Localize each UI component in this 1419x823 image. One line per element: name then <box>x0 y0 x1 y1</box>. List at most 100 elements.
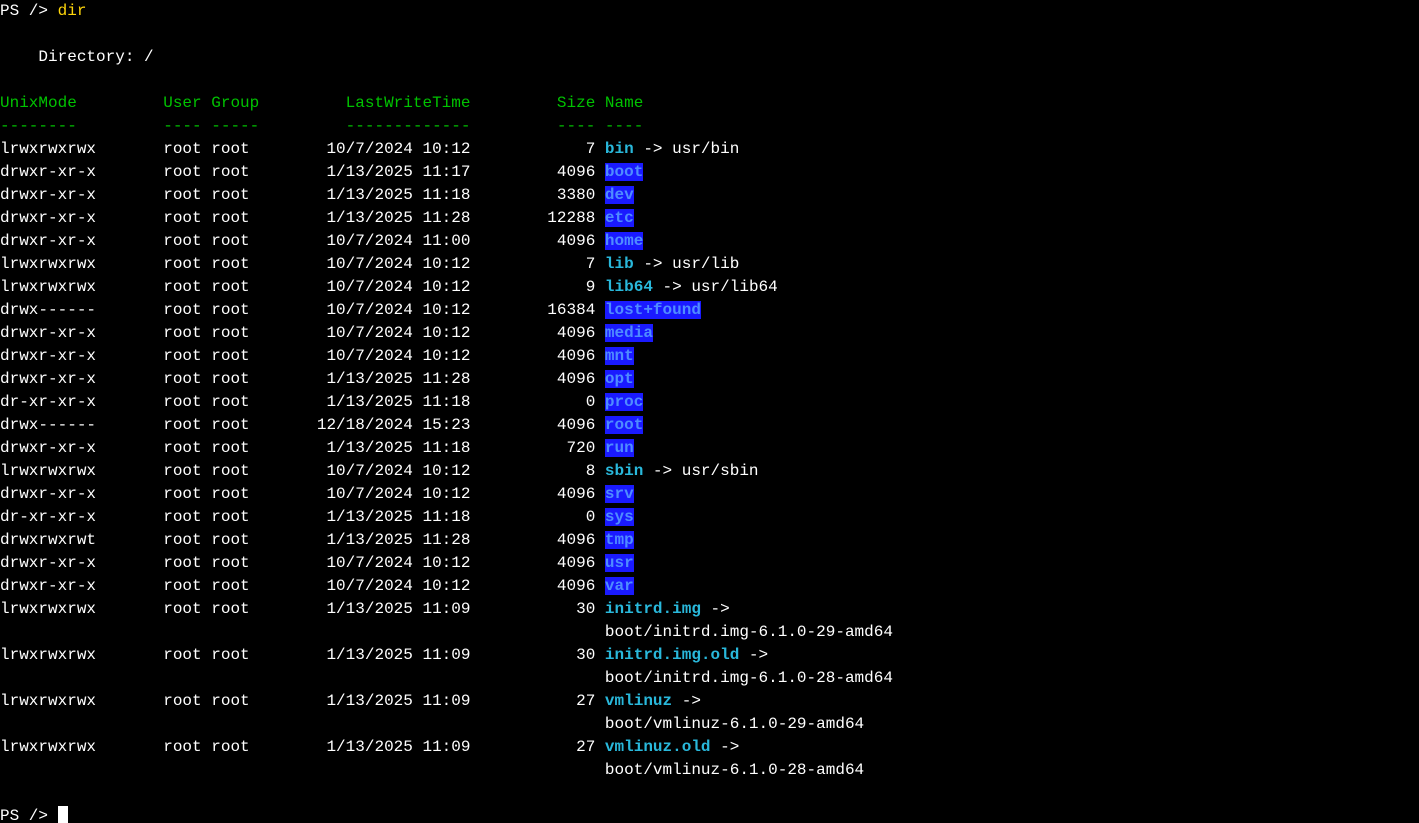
file-name: opt <box>605 370 634 388</box>
symlink-target: -> <box>711 738 740 756</box>
file-name: sbin <box>605 462 643 480</box>
listing-row: lrwxrwxrwx root root 10/7/2024 10:12 9 l… <box>0 276 1419 299</box>
row-meta: drwxr-xr-x root root 1/13/2025 11:18 338… <box>0 186 605 204</box>
terminal-output[interactable]: PS /> dir Directory: / UnixMode User Gro… <box>0 0 1419 823</box>
directory-header: Directory: / <box>0 46 1419 69</box>
row-meta: drwxr-xr-x root root 1/13/2025 11:28 122… <box>0 209 605 227</box>
prompt-line-ready[interactable]: PS /> <box>0 805 1419 823</box>
listing-row: lrwxrwxrwx root root 1/13/2025 11:09 30 … <box>0 598 1419 621</box>
listing-row: drwx------ root root 10/7/2024 10:12 163… <box>0 299 1419 322</box>
row-meta: drwxr-xr-x root root 10/7/2024 11:00 409… <box>0 232 605 250</box>
listing-row: lrwxrwxrwx root root 10/7/2024 10:12 8 s… <box>0 460 1419 483</box>
row-meta: dr-xr-xr-x root root 1/13/2025 11:18 0 <box>0 393 605 411</box>
symlink-target: -> <box>701 600 730 618</box>
listing-row: lrwxrwxrwx root root 1/13/2025 11:09 27 … <box>0 736 1419 759</box>
row-meta: drwxr-xr-x root root 10/7/2024 10:12 409… <box>0 324 605 342</box>
row-meta: lrwxrwxrwx root root 10/7/2024 10:12 7 <box>0 140 605 158</box>
listing-row: drwxr-xr-x root root 1/13/2025 11:28 122… <box>0 207 1419 230</box>
file-name: lost+found <box>605 301 701 319</box>
file-name: initrd.img.old <box>605 646 739 664</box>
symlink-target-wrap: boot/initrd.img-6.1.0-28-amd64 <box>0 669 893 687</box>
listing-row: drwxr-xr-x root root 10/7/2024 11:00 409… <box>0 230 1419 253</box>
file-name: vmlinuz.old <box>605 738 711 756</box>
file-name: dev <box>605 186 634 204</box>
column-dashes-row: -------- ---- ----- ------------- ---- -… <box>0 115 1419 138</box>
listing-row: lrwxrwxrwx root root 10/7/2024 10:12 7 l… <box>0 253 1419 276</box>
listing-row: drwxr-xr-x root root 10/7/2024 10:12 409… <box>0 322 1419 345</box>
file-name: srv <box>605 485 634 503</box>
row-meta: drwxrwxrwt root root 1/13/2025 11:28 409… <box>0 531 605 549</box>
listing-row-wrap: boot/vmlinuz-6.1.0-29-amd64 <box>0 713 1419 736</box>
listing-row: drwxr-xr-x root root 1/13/2025 11:18 720… <box>0 437 1419 460</box>
row-meta: lrwxrwxrwx root root 1/13/2025 11:09 27 <box>0 738 605 756</box>
file-name: media <box>605 324 653 342</box>
prompt-prefix: PS /> <box>0 2 58 20</box>
listing-row-wrap: boot/initrd.img-6.1.0-29-amd64 <box>0 621 1419 644</box>
prompt-line: PS /> dir <box>0 0 1419 23</box>
row-meta: lrwxrwxrwx root root 10/7/2024 10:12 8 <box>0 462 605 480</box>
row-meta: lrwxrwxrwx root root 10/7/2024 10:12 9 <box>0 278 605 296</box>
row-meta: drwx------ root root 10/7/2024 10:12 163… <box>0 301 605 319</box>
symlink-target: -> usr/lib <box>634 255 740 273</box>
listing-row: drwxr-xr-x root root 10/7/2024 10:12 409… <box>0 483 1419 506</box>
listing-row: lrwxrwxrwx root root 1/13/2025 11:09 27 … <box>0 690 1419 713</box>
file-name: mnt <box>605 347 634 365</box>
listing-row: drwxr-xr-x root root 10/7/2024 10:12 409… <box>0 575 1419 598</box>
symlink-target: -> usr/sbin <box>643 462 758 480</box>
column-headers: UnixMode User Group LastWriteTime Size N… <box>0 94 643 112</box>
file-name: etc <box>605 209 634 227</box>
listing-row: drwxr-xr-x root root 1/13/2025 11:28 409… <box>0 368 1419 391</box>
file-name: vmlinuz <box>605 692 672 710</box>
file-name: boot <box>605 163 643 181</box>
row-meta: drwxr-xr-x root root 10/7/2024 10:12 409… <box>0 347 605 365</box>
symlink-target: -> <box>672 692 701 710</box>
listing-row: lrwxrwxrwx root root 1/13/2025 11:09 30 … <box>0 644 1419 667</box>
row-meta: drwxr-xr-x root root 1/13/2025 11:28 409… <box>0 370 605 388</box>
listing-row: drwx------ root root 12/18/2024 15:23 40… <box>0 414 1419 437</box>
row-meta: drwx------ root root 12/18/2024 15:23 40… <box>0 416 605 434</box>
row-meta: lrwxrwxrwx root root 1/13/2025 11:09 27 <box>0 692 605 710</box>
symlink-target-wrap: boot/vmlinuz-6.1.0-28-amd64 <box>0 761 864 779</box>
file-name: var <box>605 577 634 595</box>
row-meta: dr-xr-xr-x root root 1/13/2025 11:18 0 <box>0 508 605 526</box>
command-text: dir <box>58 2 87 20</box>
listing-row: dr-xr-xr-x root root 1/13/2025 11:18 0 s… <box>0 506 1419 529</box>
symlink-target: -> <box>739 646 768 664</box>
listing-row: drwxrwxrwt root root 1/13/2025 11:28 409… <box>0 529 1419 552</box>
file-name: root <box>605 416 643 434</box>
file-name: lib <box>605 255 634 273</box>
listing-row: drwxr-xr-x root root 10/7/2024 10:12 409… <box>0 552 1419 575</box>
column-header-row: UnixMode User Group LastWriteTime Size N… <box>0 92 1419 115</box>
listing-row: drwxr-xr-x root root 10/7/2024 10:12 409… <box>0 345 1419 368</box>
file-name: usr <box>605 554 634 572</box>
row-meta: lrwxrwxrwx root root 1/13/2025 11:09 30 <box>0 600 605 618</box>
file-name: run <box>605 439 634 457</box>
row-meta: lrwxrwxrwx root root 1/13/2025 11:09 30 <box>0 646 605 664</box>
row-meta: drwxr-xr-x root root 10/7/2024 10:12 409… <box>0 577 605 595</box>
row-meta: drwxr-xr-x root root 1/13/2025 11:17 409… <box>0 163 605 181</box>
row-meta: lrwxrwxrwx root root 10/7/2024 10:12 7 <box>0 255 605 273</box>
symlink-target: -> usr/lib64 <box>653 278 778 296</box>
listing-row: lrwxrwxrwx root root 10/7/2024 10:12 7 b… <box>0 138 1419 161</box>
file-name: tmp <box>605 531 634 549</box>
prompt-prefix-2: PS /> <box>0 807 58 823</box>
file-name: proc <box>605 393 643 411</box>
file-name: sys <box>605 508 634 526</box>
listing-row: drwxr-xr-x root root 1/13/2025 11:18 338… <box>0 184 1419 207</box>
listing-row: drwxr-xr-x root root 1/13/2025 11:17 409… <box>0 161 1419 184</box>
listing-row: dr-xr-xr-x root root 1/13/2025 11:18 0 p… <box>0 391 1419 414</box>
file-name: home <box>605 232 643 250</box>
file-name: initrd.img <box>605 600 701 618</box>
row-meta: drwxr-xr-x root root 10/7/2024 10:12 409… <box>0 554 605 572</box>
column-dashes: -------- ---- ----- ------------- ---- -… <box>0 117 643 135</box>
symlink-target-wrap: boot/initrd.img-6.1.0-29-amd64 <box>0 623 893 641</box>
file-name: bin <box>605 140 634 158</box>
symlink-target: -> usr/bin <box>634 140 740 158</box>
row-meta: drwxr-xr-x root root 10/7/2024 10:12 409… <box>0 485 605 503</box>
file-name: lib64 <box>605 278 653 296</box>
row-meta: drwxr-xr-x root root 1/13/2025 11:18 720 <box>0 439 605 457</box>
symlink-target-wrap: boot/vmlinuz-6.1.0-29-amd64 <box>0 715 864 733</box>
cursor[interactable] <box>58 806 68 823</box>
listing-row-wrap: boot/vmlinuz-6.1.0-28-amd64 <box>0 759 1419 782</box>
listing-row-wrap: boot/initrd.img-6.1.0-28-amd64 <box>0 667 1419 690</box>
